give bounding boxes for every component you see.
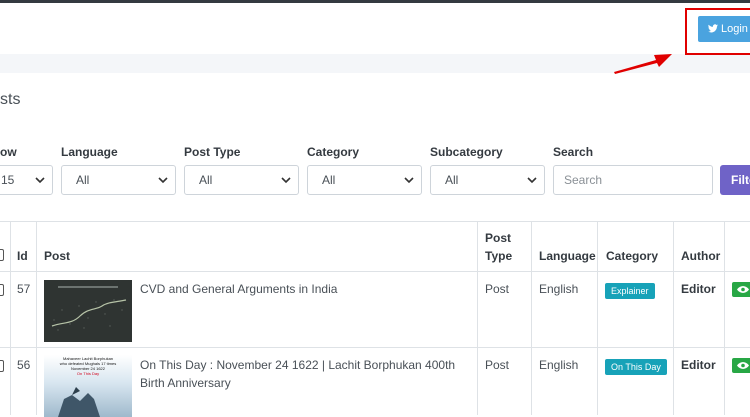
row-post-type: Post — [485, 358, 510, 372]
row-post-type: Post — [485, 282, 510, 296]
subcategory-select[interactable]: All — [430, 165, 545, 195]
row-language: English — [539, 282, 579, 296]
row-checkbox[interactable] — [0, 284, 4, 296]
search-input[interactable]: Search — [553, 165, 713, 195]
category-badge: Explainer — [605, 283, 655, 299]
table-row-divider — [0, 271, 750, 272]
select-all-checkbox[interactable] — [0, 249, 4, 261]
language-value: All — [76, 173, 90, 187]
col-divider — [10, 221, 11, 415]
col-header-post-type-2[interactable]: Type — [485, 247, 512, 265]
col-divider — [477, 221, 478, 415]
chevron-down-icon — [158, 166, 168, 184]
view-button[interactable] — [732, 282, 750, 297]
search-label: Search — [553, 145, 594, 159]
post-title[interactable]: On This Day : November 24 1622 | Lachit … — [140, 356, 470, 392]
row-language: English — [539, 358, 579, 372]
row-id: 56 — [17, 358, 31, 372]
row-author: Editor — [681, 282, 716, 296]
col-header-category[interactable]: Category — [606, 247, 658, 265]
post-thumbnail[interactable]: Mahaveer Lachit Borphukan who defeated M… — [44, 355, 132, 417]
view-button[interactable] — [732, 358, 750, 373]
chart-thumbnail-image — [44, 280, 132, 342]
highlight-box — [685, 8, 750, 55]
show-value: 15 — [1, 173, 15, 187]
language-select[interactable]: All — [61, 165, 176, 195]
subcategory-label: Subcategory — [430, 145, 503, 159]
search-placeholder: Search — [564, 173, 603, 187]
col-divider — [597, 221, 598, 415]
thumb-text-line: On This Day — [76, 371, 100, 376]
category-select[interactable]: All — [307, 165, 422, 195]
post-title[interactable]: CVD and General Arguments in India — [140, 280, 337, 298]
row-id: 57 — [17, 282, 31, 296]
col-header-language[interactable]: Language — [539, 247, 596, 265]
row-author: Editor — [681, 358, 716, 372]
col-divider — [673, 221, 674, 415]
top-bar — [0, 0, 750, 3]
language-label: Language — [61, 145, 118, 159]
post-type-select[interactable]: All — [184, 165, 299, 195]
table-row-divider — [0, 347, 750, 348]
posts-table — [0, 221, 750, 222]
chevron-down-icon — [281, 166, 291, 184]
red-arrow-icon — [614, 54, 672, 74]
category-value: All — [322, 173, 336, 187]
col-header-post[interactable]: Post — [44, 247, 70, 265]
chevron-down-icon — [527, 166, 537, 184]
post-type-label: Post Type — [184, 145, 241, 159]
post-thumbnail[interactable] — [44, 280, 132, 342]
category-label: Category — [307, 145, 360, 159]
category-badge: On This Day — [605, 359, 667, 375]
eye-icon — [737, 286, 749, 293]
filter-button[interactable]: Filte — [720, 165, 750, 195]
show-label: ow — [0, 145, 17, 159]
row-checkbox[interactable] — [0, 360, 4, 372]
col-header-post-type-1[interactable]: Post — [485, 229, 511, 247]
col-header-author[interactable]: Author — [681, 247, 720, 265]
col-divider — [36, 221, 37, 415]
card-title: sts — [0, 91, 21, 108]
subcategory-value: All — [445, 173, 459, 187]
post-type-value: All — [199, 173, 213, 187]
col-divider — [724, 221, 725, 415]
eye-icon — [737, 362, 749, 369]
show-select[interactable]: 15 — [0, 165, 53, 195]
chevron-down-icon — [404, 166, 414, 184]
col-header-id[interactable]: Id — [17, 247, 28, 265]
chevron-down-icon — [35, 166, 45, 184]
col-divider — [531, 221, 532, 415]
